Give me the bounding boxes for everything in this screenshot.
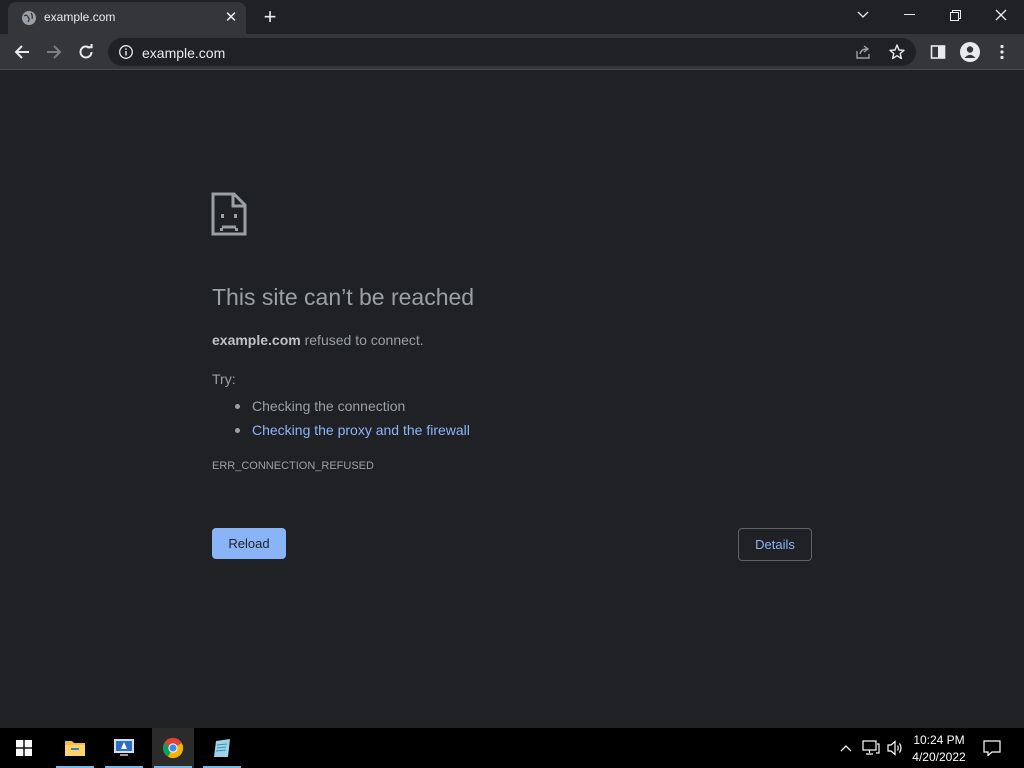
forward-arrow-icon[interactable] bbox=[40, 38, 68, 66]
volume-icon[interactable] bbox=[884, 728, 906, 768]
more-menu-icon[interactable] bbox=[988, 38, 1016, 66]
clock-date[interactable]: 4/20/2022 bbox=[908, 750, 970, 764]
file-explorer-icon[interactable] bbox=[54, 728, 96, 768]
tab-title: example.com bbox=[44, 10, 116, 24]
star-icon[interactable] bbox=[888, 43, 906, 61]
tab-example[interactable]: example.com ✕ bbox=[8, 2, 246, 34]
suggestion-check-connection: Checking the connection bbox=[235, 394, 470, 418]
error-description: example.com refused to connect. bbox=[212, 332, 424, 348]
browser-window: example.com ✕ + example.com This site ca… bbox=[0, 0, 1024, 768]
try-label: Try: bbox=[212, 371, 236, 387]
chevron-up-icon[interactable] bbox=[836, 728, 856, 768]
notification-icon[interactable] bbox=[980, 728, 1004, 768]
share-icon[interactable] bbox=[854, 43, 872, 61]
suggestion-proxy-firewall-link[interactable]: Checking the proxy and the firewall bbox=[235, 418, 470, 442]
network-icon[interactable] bbox=[860, 728, 882, 768]
suggestion-list: Checking the connection Checking the pro… bbox=[235, 394, 470, 442]
clock-time[interactable]: 10:24 PM bbox=[908, 733, 970, 747]
back-arrow-icon[interactable] bbox=[8, 38, 36, 66]
address-bar[interactable]: example.com bbox=[108, 38, 916, 66]
chrome-icon[interactable] bbox=[152, 728, 194, 768]
remote-desktop-icon[interactable] bbox=[103, 728, 145, 768]
side-panel-icon[interactable] bbox=[924, 38, 952, 66]
error-host: example.com bbox=[212, 332, 301, 348]
chevron-down-icon[interactable] bbox=[840, 0, 886, 30]
close-icon[interactable]: ✕ bbox=[222, 9, 240, 27]
error-title: This site can’t be reached bbox=[212, 284, 475, 310]
plus-icon[interactable]: + bbox=[258, 5, 282, 29]
toolbar: example.com bbox=[0, 34, 1024, 70]
taskbar: 10:24 PM 4/20/2022 bbox=[0, 728, 1024, 768]
error-description-text: refused to connect. bbox=[300, 332, 424, 348]
start-icon[interactable] bbox=[3, 728, 45, 768]
error-page: This site can’t be reached example.com r… bbox=[0, 71, 1024, 728]
url-text: example.com bbox=[142, 45, 226, 61]
profile-icon[interactable] bbox=[956, 38, 984, 66]
sad-page-icon bbox=[211, 192, 247, 236]
minimize-icon[interactable] bbox=[886, 0, 932, 30]
error-code: ERR_CONNECTION_REFUSED bbox=[212, 460, 374, 472]
restore-icon[interactable] bbox=[932, 0, 978, 30]
notepad-icon[interactable] bbox=[201, 728, 243, 768]
tab-strip: example.com ✕ + bbox=[0, 0, 1024, 34]
reload-icon[interactable] bbox=[72, 38, 100, 66]
globe-icon bbox=[22, 11, 36, 25]
details-button[interactable]: Details bbox=[738, 528, 812, 561]
reload-button[interactable]: Reload bbox=[212, 528, 286, 559]
info-icon[interactable] bbox=[118, 44, 134, 60]
window-close-icon[interactable] bbox=[978, 0, 1024, 30]
